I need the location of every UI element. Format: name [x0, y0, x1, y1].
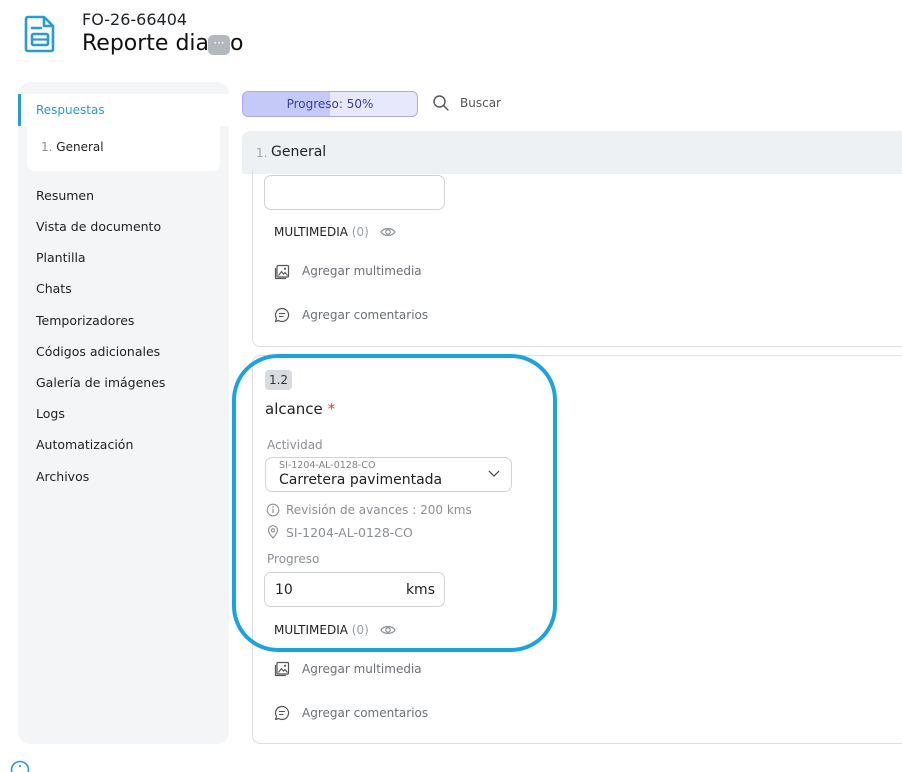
more-badge[interactable]: ··· — [208, 35, 231, 55]
sidebar-subitem-label: 1. General — [41, 140, 104, 154]
document-icon — [24, 15, 55, 53]
answer-field[interactable] — [264, 175, 445, 210]
progress-label: Progreso: 50% — [286, 97, 374, 111]
required-mark: * — [327, 400, 336, 418]
progress-input[interactable]: 10 kms — [264, 572, 445, 607]
comment-icon — [274, 307, 290, 323]
activity-code: SI-1204-AL-0128-CO — [279, 460, 376, 471]
search-icon[interactable] — [432, 94, 450, 112]
multimedia-count: (0) — [351, 623, 369, 637]
progress-input-value: 10 — [275, 582, 293, 598]
multimedia-label: MULTIMEDIA (0) — [274, 623, 369, 637]
section-title: General — [271, 144, 327, 160]
image-icon — [274, 661, 290, 677]
multimedia-text: MULTIMEDIA — [274, 623, 348, 637]
multimedia-text: MULTIMEDIA — [274, 225, 348, 239]
activity-select[interactable]: SI-1204-AL-0128-CO Carretera pavimentada — [265, 457, 512, 492]
info-icon — [266, 503, 280, 517]
question-card-alcance — [252, 355, 902, 744]
add-multimedia-button[interactable]: Agregar multimedia — [302, 662, 422, 676]
activity-value: Carretera pavimentada — [279, 472, 443, 488]
sidebar-item-vista-documento[interactable]: Vista de documento — [36, 219, 161, 234]
page-title-text: Reporte dia — [82, 31, 210, 56]
section-header[interactable]: 1. General — [242, 131, 902, 174]
sidebar-item-temporizadores[interactable]: Temporizadores — [36, 313, 134, 328]
location-pin-icon — [267, 525, 279, 539]
eye-icon[interactable] — [380, 624, 396, 636]
comment-icon — [274, 705, 290, 721]
sidebar-item-logs[interactable]: Logs — [36, 406, 65, 421]
location-text: SI-1204-AL-0128-CO — [286, 525, 413, 540]
eye-icon[interactable] — [380, 226, 396, 238]
info-icon[interactable] — [10, 760, 30, 772]
progress-input-unit: kms — [405, 582, 435, 598]
sidebar-item-automatizacion[interactable]: Automatización — [36, 437, 133, 452]
chevron-down-icon — [488, 470, 500, 477]
sidebar-item-galeria[interactable]: Galería de imágenes — [36, 375, 165, 390]
progress-field-label: Progreso — [267, 552, 320, 566]
add-comments-button[interactable]: Agregar comentarios — [302, 706, 428, 720]
multimedia-label: MULTIMEDIA (0) — [274, 225, 369, 239]
sidebar-subitem-general[interactable]: 1. General — [27, 126, 220, 171]
question-title: alcance * — [265, 400, 335, 418]
progress-indicator: Progreso: 50% — [242, 91, 418, 117]
sidebar-item-archivos[interactable]: Archivos — [36, 469, 89, 484]
activity-label: Actividad — [267, 438, 323, 452]
section-number: 1. — [256, 146, 268, 160]
sidebar: Respuestas 1. General Resumen Vista de d… — [18, 82, 229, 744]
sidebar-item-resumen[interactable]: Resumen — [36, 188, 94, 203]
question-title-text: alcance — [265, 400, 323, 418]
sidebar-item-codigos-adicionales[interactable]: Códigos adicionales — [36, 344, 160, 359]
add-comments-button[interactable]: Agregar comentarios — [302, 308, 428, 322]
page-title: Reporte dia ··· o — [82, 31, 243, 56]
sidebar-subitem-number: 1. — [41, 140, 53, 154]
question-number-badge: 1.2 — [265, 370, 292, 390]
document-code: FO-26-66404 — [82, 10, 188, 29]
image-icon — [274, 264, 290, 280]
sidebar-item-label: Respuestas — [36, 103, 105, 117]
search-button[interactable]: Buscar — [460, 96, 501, 110]
multimedia-count: (0) — [351, 225, 369, 239]
sidebar-item-chats[interactable]: Chats — [36, 281, 72, 296]
sidebar-item-plantilla[interactable]: Plantilla — [36, 250, 86, 265]
page-title-tail: o — [230, 31, 244, 56]
sidebar-item-respuestas[interactable]: Respuestas — [18, 94, 229, 126]
add-multimedia-button[interactable]: Agregar multimedia — [302, 264, 422, 278]
progress-info-text: Revisión de avances : 200 kms — [286, 503, 472, 517]
sidebar-subitem-text: General — [56, 140, 104, 154]
